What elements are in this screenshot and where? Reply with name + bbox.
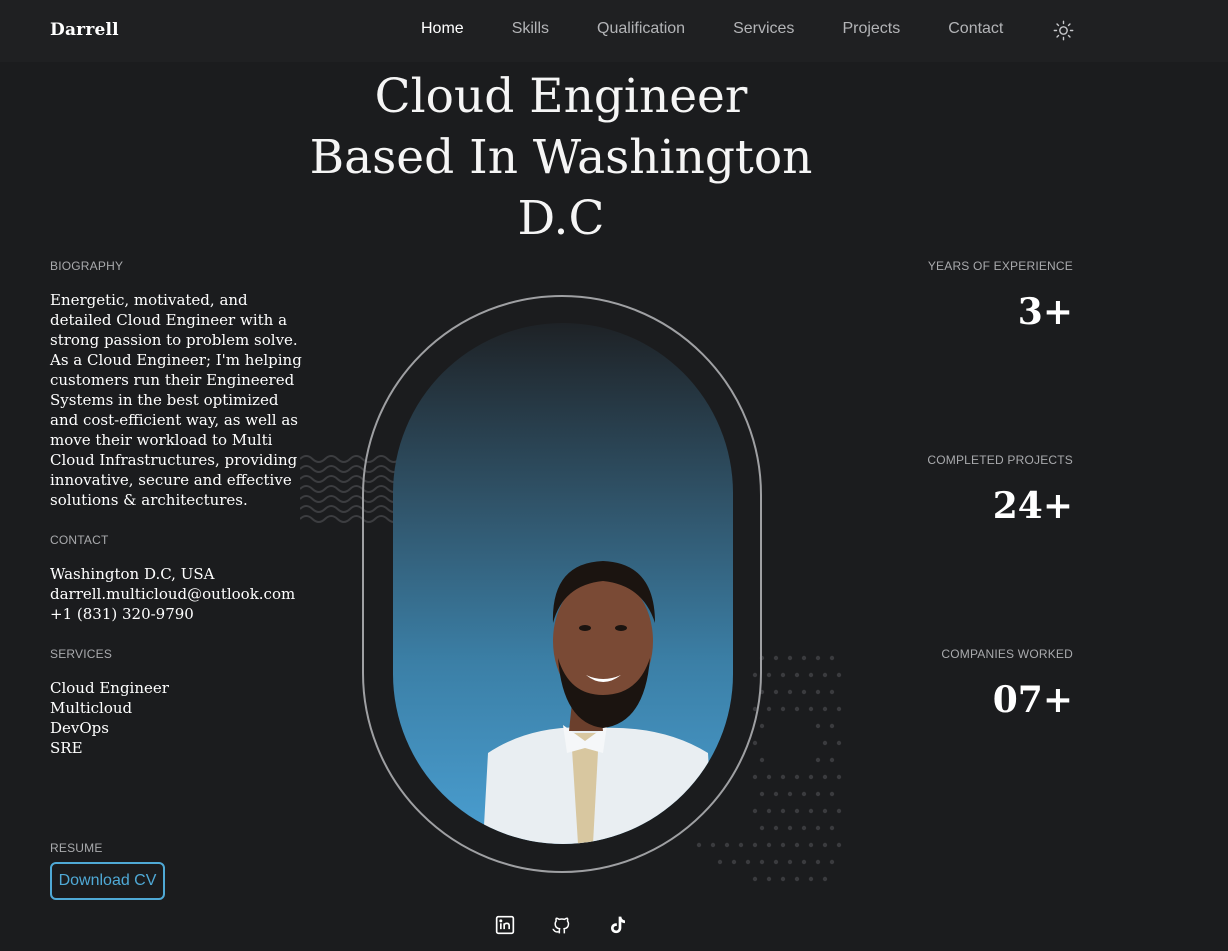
hero-title: Cloud Engineer Based In Washington D.C — [281, 66, 841, 249]
stat-value: 07+ — [992, 679, 1073, 721]
nav-item-services[interactable]: Services — [733, 20, 794, 38]
contact-info: Washington D.C, USA darrell.multicloud@o… — [50, 564, 295, 624]
biography-line: Energetic, motivated, and — [50, 291, 248, 309]
site-logo[interactable]: Darrell — [50, 20, 119, 40]
biography-label: BIOGRAPHY — [50, 259, 124, 273]
social-links — [495, 914, 627, 936]
stat-completed-projects: COMPLETED PROJECTS 24+ — [927, 453, 1073, 527]
stat-years-experience: YEARS OF EXPERIENCE 3+ — [928, 259, 1073, 333]
github-icon[interactable] — [551, 914, 571, 936]
nav-item-skills[interactable]: Skills — [512, 20, 549, 38]
download-cv-button[interactable]: Download CV — [50, 862, 165, 900]
services-list: Cloud Engineer Multicloud DevOps SRE — [50, 678, 169, 758]
stat-value: 24+ — [992, 485, 1073, 527]
portrait-photo — [393, 323, 733, 844]
biography-line: Systems in the best optimized — [50, 391, 279, 409]
contact-label: CONTACT — [50, 533, 109, 547]
stat-label: YEARS OF EXPERIENCE — [927, 259, 1073, 273]
biography-text: Energetic, motivated, and detailed Cloud… — [50, 290, 302, 510]
service-item: Multicloud — [50, 699, 133, 717]
person-avatar — [483, 561, 713, 844]
biography-line: solutions & architectures. — [50, 491, 248, 509]
services-label: SERVICES — [50, 647, 113, 661]
biography-line: and cost-efficient way, as well as — [50, 411, 298, 429]
stat-companies-worked: COMPANIES WORKED 07+ — [941, 647, 1073, 721]
nav-item-contact[interactable]: Contact — [948, 20, 1003, 38]
tiktok-icon[interactable] — [607, 914, 627, 936]
nav-menu: Home Skills Qualification Services Proje… — [421, 20, 1003, 38]
stat-label: COMPANIES WORKED — [941, 647, 1073, 661]
nav-item-home[interactable]: Home — [421, 20, 464, 38]
contact-email[interactable]: darrell.multicloud@outlook.com — [50, 584, 295, 604]
biography-line: As a Cloud Engineer; I'm helping — [50, 351, 302, 369]
resume-label: RESUME — [50, 841, 103, 855]
biography-line: strong passion to problem solve. — [50, 331, 298, 349]
nav-item-projects[interactable]: Projects — [842, 20, 900, 38]
top-nav: Darrell Home Skills Qualification Servic… — [0, 0, 1228, 62]
biography-line: detailed Cloud Engineer with a — [50, 311, 288, 329]
service-item: DevOps — [50, 719, 109, 737]
hero-title-line: D.C — [517, 191, 605, 246]
biography-line: Cloud Infrastructures, providing — [50, 451, 298, 469]
contact-location: Washington D.C, USA — [50, 565, 215, 583]
contact-phone[interactable]: +1 (831) 320-9790 — [50, 604, 295, 624]
biography-line: customers run their Engineered — [50, 371, 295, 389]
service-item: Cloud Engineer — [50, 679, 169, 697]
biography-line: move their workload to Multi — [50, 431, 273, 449]
nav-item-qualification[interactable]: Qualification — [597, 20, 685, 38]
hero-title-line: Cloud Engineer — [374, 69, 748, 124]
sun-icon[interactable] — [1053, 20, 1074, 41]
biography-line: innovative, secure and effective — [50, 471, 292, 489]
service-item: SRE — [50, 739, 83, 757]
stat-label: COMPLETED PROJECTS — [927, 453, 1073, 467]
hero-title-line: Based In Washington — [309, 130, 813, 185]
linkedin-icon[interactable] — [495, 914, 515, 936]
stat-value: 3+ — [1017, 291, 1073, 333]
